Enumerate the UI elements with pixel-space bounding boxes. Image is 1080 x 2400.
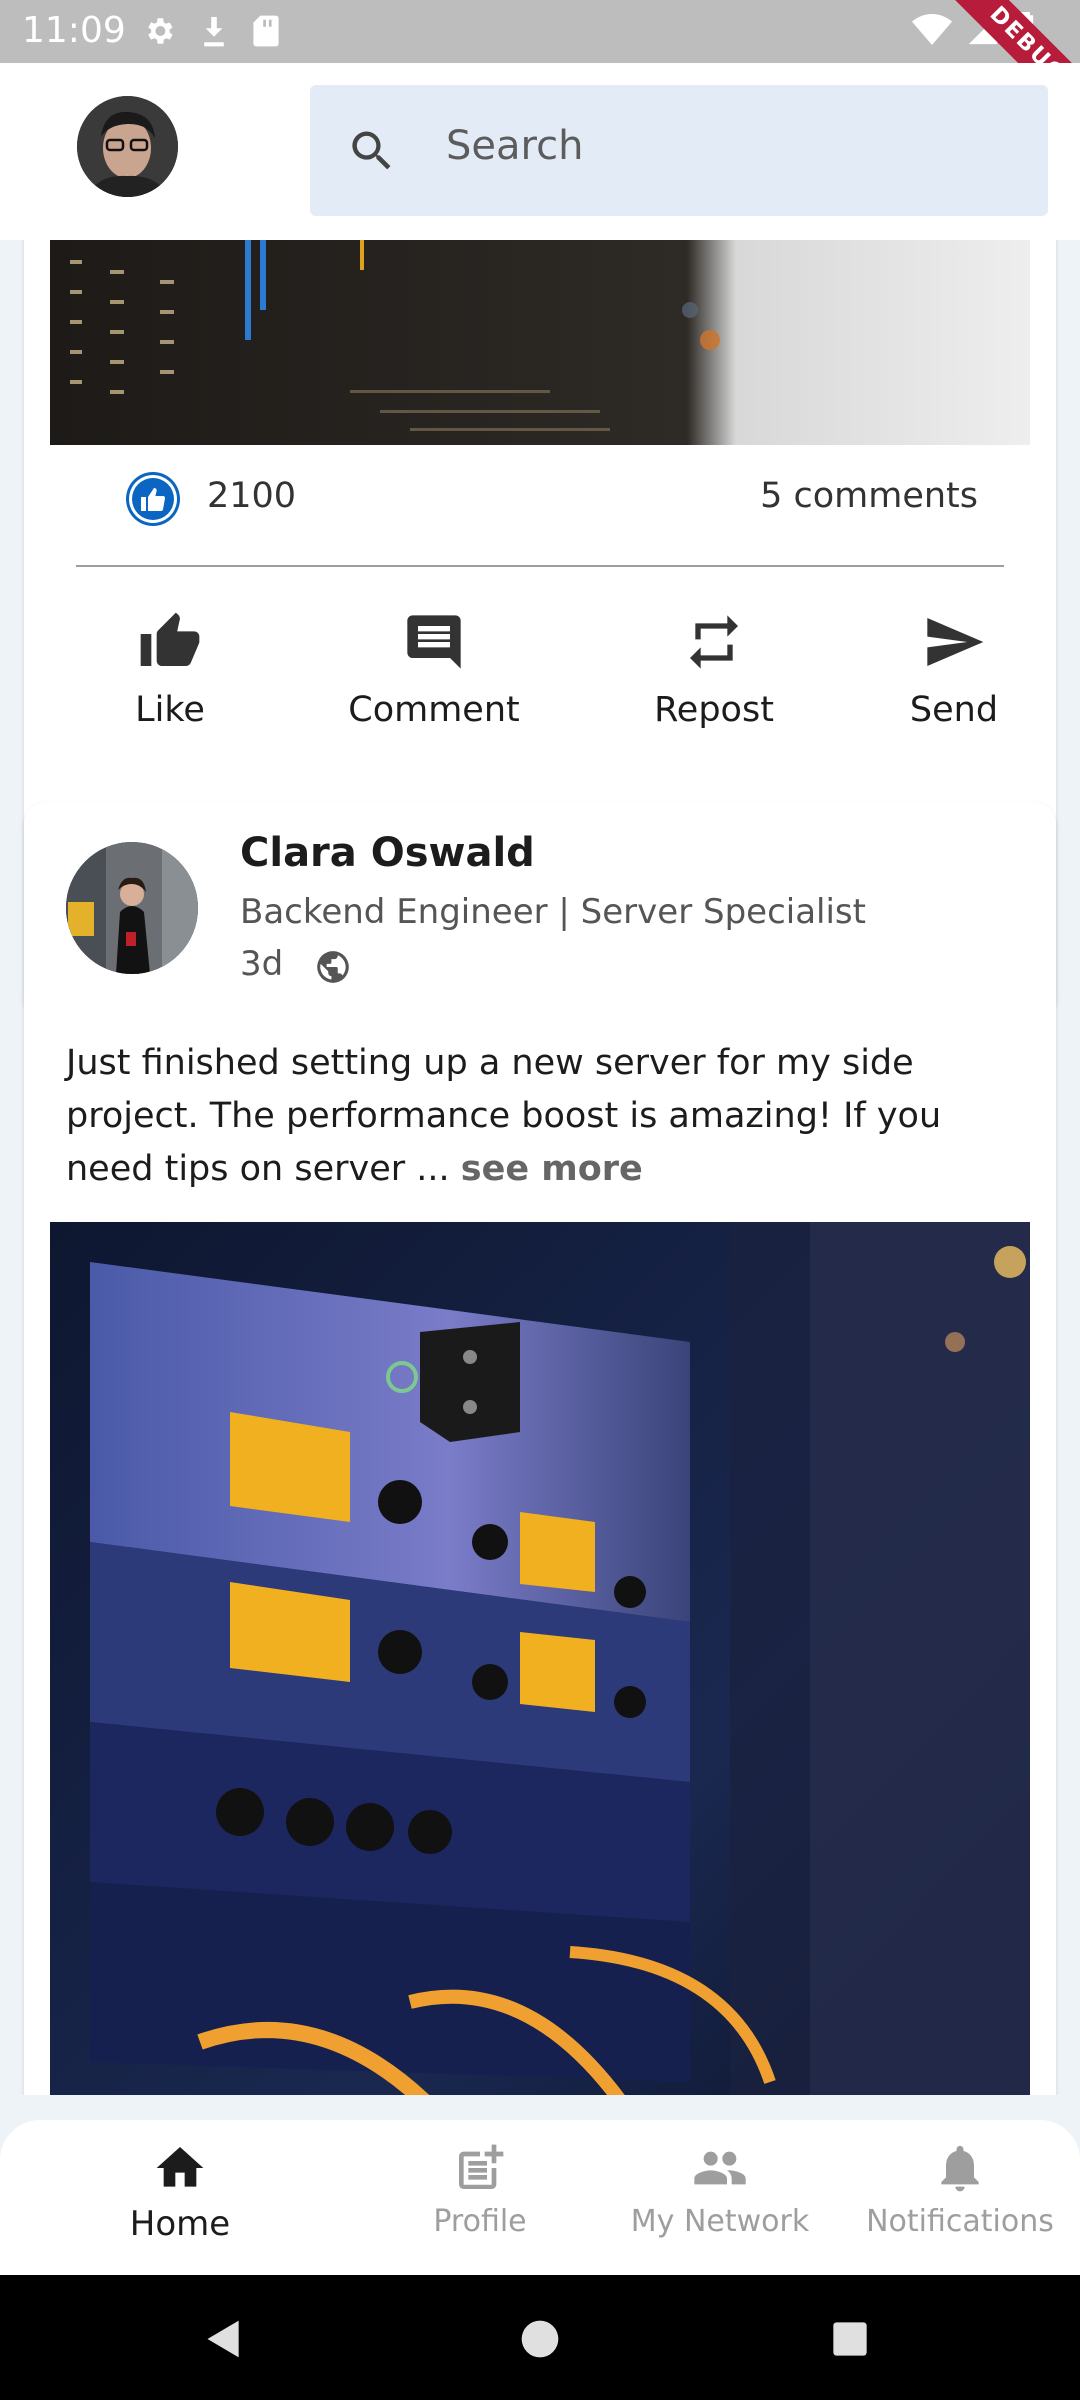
wifi-icon [912,14,952,45]
post-stats: 2100 5 comments [24,462,1056,542]
post-text: Just finished setting up a new server fo… [66,1037,1026,1196]
post-age: 3d [240,944,284,984]
top-app-bar: Search [0,63,1080,240]
nav-label-home: Home [129,2204,231,2244]
like-count[interactable]: 2100 [207,476,296,516]
home-circle-icon[interactable] [518,2317,562,2361]
comment-icon [407,615,461,669]
repost-label: Repost [654,690,774,730]
author-name[interactable]: Clara Oswald [240,830,535,876]
feed[interactable]: 2100 5 comments Like Comment Repost Send [0,240,1080,2095]
search-input[interactable]: Search [446,123,583,169]
sd-card-icon [253,15,279,47]
home-icon [156,2147,204,2187]
post-image[interactable] [50,240,1030,445]
bottom-navigation: Home Profile My Network Notifications [0,2120,1080,2275]
divider [76,565,1004,567]
search-bar[interactable]: Search [310,85,1048,216]
recents-icon[interactable] [830,2319,870,2359]
post-add-icon [459,2144,504,2189]
nav-item-home[interactable]: Home [100,2140,260,2244]
comments-count[interactable]: 5 comments [760,476,978,516]
see-more-link[interactable]: see more [461,1149,643,1189]
gear-icon [148,18,173,44]
status-bar: 11:09 DEBUG [0,0,1080,63]
nav-item-notifications[interactable]: Notifications [860,2140,1060,2239]
comment-button[interactable]: Comment [334,610,534,730]
post-image[interactable] [50,1222,1030,2095]
search-icon [352,131,391,170]
repost-icon [690,615,738,669]
back-icon[interactable] [202,2317,246,2361]
repost-button[interactable]: Repost [614,610,814,730]
post-card: Clara Oswald Backend Engineer | Server S… [24,802,1056,2095]
thumb-up-icon [140,612,200,666]
globe-icon [317,951,349,983]
author-headline: Backend Engineer | Server Specialist [240,892,866,932]
post-actions: Like Comment Repost Send [24,610,1056,760]
bell-icon [941,2145,979,2192]
author-avatar[interactable] [66,842,198,974]
like-reaction-icon [126,472,180,526]
nav-label-my-network: My Network [630,2204,810,2239]
like-label: Like [135,690,205,730]
nav-item-my-network[interactable]: My Network [620,2140,820,2239]
system-navigation-bar [0,2275,1080,2400]
status-time: 11:09 [22,10,126,51]
people-icon [694,2151,746,2185]
like-button[interactable]: Like [70,610,270,730]
nav-label-notifications: Notifications [866,2204,1054,2239]
download-icon [204,17,224,47]
send-icon [927,618,984,666]
send-label: Send [909,690,999,730]
send-button[interactable]: Send [854,610,1054,730]
avatar[interactable] [77,96,178,197]
nav-label-profile: Profile [433,2204,527,2239]
nav-item-profile[interactable]: Profile [400,2140,560,2239]
comment-label: Comment [348,690,520,730]
